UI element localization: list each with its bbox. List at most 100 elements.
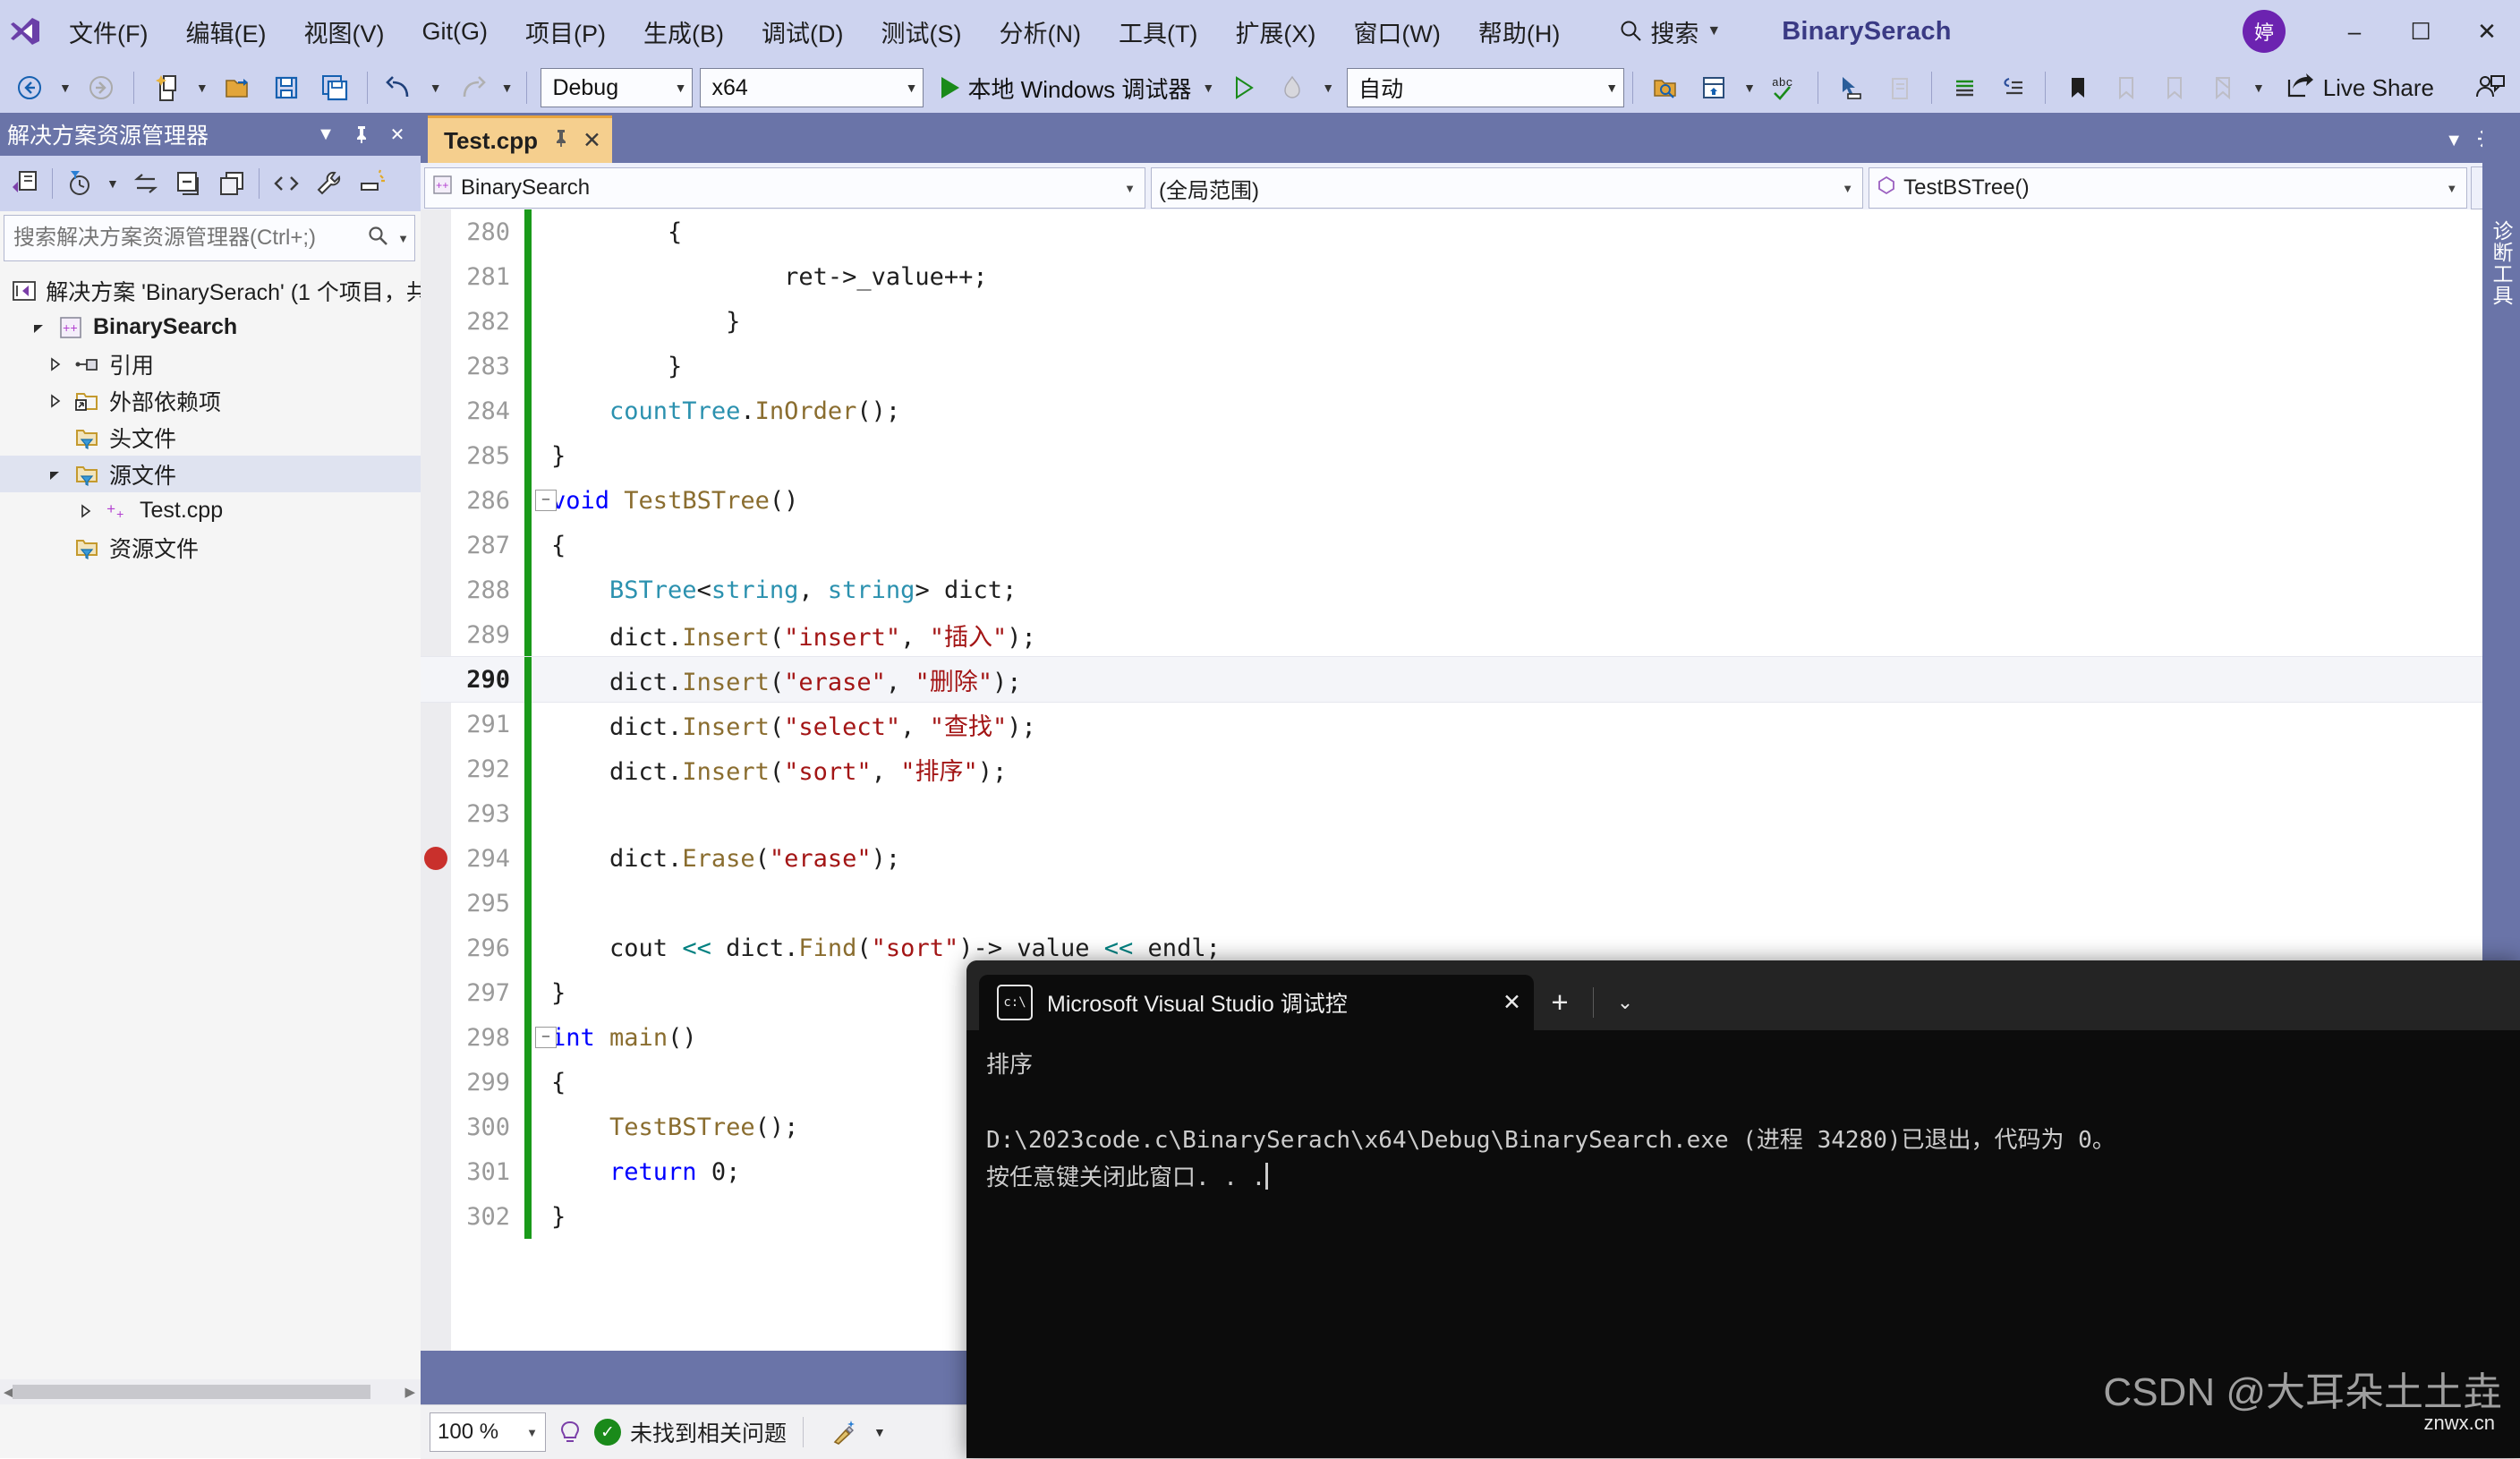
nav-project-combo[interactable]: ++ BinarySearch ▼ [424,167,1145,209]
maximize-button[interactable]: ☐ [2388,0,2454,63]
scroll-right-icon[interactable]: ▶ [404,1384,415,1400]
redo-icon[interactable] [447,68,496,107]
minimize-button[interactable]: – [2321,0,2388,63]
search-folder-icon[interactable] [1641,68,1690,107]
zoom-combo[interactable]: 100 % ▼ [430,1412,546,1452]
tab-list-dropdown-icon[interactable]: ▼ [2431,131,2477,151]
collapse-all-icon[interactable] [167,161,210,206]
menu-debug[interactable]: 调试(D) [743,0,862,63]
tree-item-test-cpp[interactable]: + + Test.cpp [0,492,421,529]
expanded-twisty-icon[interactable] [39,467,70,482]
close-button[interactable]: ✕ [2454,0,2520,63]
navigate-back-dropdown-icon[interactable]: ▼ [54,68,77,107]
properties-wrench-icon[interactable] [308,161,351,206]
filter-dropdown-icon[interactable]: ▼ [101,164,124,203]
menu-project[interactable]: 项目(P) [507,0,625,63]
debug-target-combo[interactable]: 自动 ▼ [1347,68,1625,107]
scrollbar-thumb[interactable] [13,1385,370,1399]
code-line[interactable]: 290 dict.Insert("erase", "删除"); [421,656,2520,703]
panel-dropdown-icon[interactable]: ▼ [308,115,344,154]
code-line[interactable]: 285} [421,433,2520,478]
tree-item-references[interactable]: 引用 [0,346,421,382]
clear-bookmarks-icon[interactable] [2199,68,2247,107]
tab-test-cpp[interactable]: Test.cpp ✕ [428,115,612,163]
collapsed-twisty-icon[interactable] [39,356,70,371]
tree-item-header-files[interactable]: 头文件 [0,419,421,456]
terminal-output[interactable]: 排序 D:\2023code.c\BinarySerach\x64\Debug\… [966,1030,2520,1197]
menu-help[interactable]: 帮助(H) [1460,0,1579,63]
menu-git[interactable]: Git(G) [403,0,507,63]
feedback-icon[interactable] [2475,63,2506,113]
pin-icon[interactable] [344,115,379,154]
code-cleanup-dropdown-icon[interactable]: ▼ [868,1412,891,1452]
navigate-forward-icon[interactable] [77,68,125,107]
nav-member-combo[interactable]: TestBSTree() ▼ [1869,167,2468,209]
tree-item-resource-files[interactable]: 资源文件 [0,529,421,566]
comment-lines-icon[interactable] [1940,68,1988,107]
collapsed-twisty-icon[interactable] [70,503,100,518]
solution-platform-combo[interactable]: x64 ▼ [700,68,924,107]
breakpoint-icon[interactable] [424,847,447,870]
solution-explorer-home-icon[interactable] [4,161,47,206]
tree-item-source-files[interactable]: 源文件 [0,456,421,492]
code-line[interactable]: 282 } [421,299,2520,344]
undo-dropdown-icon[interactable]: ▼ [424,68,447,107]
close-icon[interactable]: ✕ [583,127,601,154]
code-line[interactable]: 291 dict.Insert("select", "查找"); [421,702,2520,747]
hot-reload-icon[interactable] [1268,68,1316,107]
close-icon[interactable]: ✕ [1503,989,1521,1016]
menu-build[interactable]: 生成(B) [625,0,743,63]
undo-icon[interactable] [376,68,424,107]
code-line[interactable]: 284 countTree.InOrder(); [421,388,2520,433]
save-icon[interactable] [262,68,311,107]
menu-edit[interactable]: 编辑(E) [166,0,285,63]
intellisense-icon[interactable] [546,1405,594,1459]
tree-item-project[interactable]: ++ BinarySearch [0,309,421,346]
menu-analyze[interactable]: 分析(N) [980,0,1099,63]
nav-scope-combo[interactable]: (全局范围) ▼ [1150,167,1864,209]
code-line[interactable]: 280 { [421,209,2520,254]
code-line[interactable]: 293 [421,791,2520,836]
code-line[interactable]: 283 } [421,344,2520,388]
code-line[interactable]: 281 ret->_value++; [421,254,2520,299]
menu-test[interactable]: 测试(S) [862,0,980,63]
start-debugging-button[interactable]: 本地 Windows 调试器 [936,68,1196,107]
pin-icon[interactable] [552,128,570,153]
solution-explorer-hscrollbar[interactable]: ◀ ▶ [0,1379,421,1404]
select-tool-icon[interactable] [1826,68,1875,107]
global-search-box[interactable]: 搜索 ▼ [1609,9,1730,54]
terminal-window[interactable]: c:\ Microsoft Visual Studio 调试控 ✕ + ⌄ 排序… [966,960,2520,1458]
show-all-files-icon[interactable] [210,161,253,206]
solution-configuration-combo[interactable]: Debug ▼ [541,68,694,107]
sync-with-active-document-icon[interactable] [124,161,167,206]
new-project-dropdown-icon[interactable]: ▼ [191,68,214,107]
next-bookmark-icon[interactable] [2150,68,2199,107]
expanded-twisty-icon[interactable] [23,320,54,335]
code-line[interactable]: 294 dict.Erase("erase"); [421,836,2520,881]
pending-changes-filter-icon[interactable] [58,161,101,206]
code-line[interactable]: 288 BSTree<string, string> dict; [421,567,2520,612]
properties-window-icon[interactable] [351,161,394,206]
code-line[interactable]: 295 [421,881,2520,926]
new-terminal-tab-button[interactable]: + [1534,975,1586,1030]
live-share-button[interactable]: Live Share [2286,63,2434,113]
terminal-dropdown-icon[interactable]: ⌄ [1601,975,1649,1030]
solution-explorer-search[interactable]: ▼ [4,215,415,261]
code-line[interactable]: 292 dict.Insert("sort", "排序"); [421,747,2520,791]
toolbar-overflow-icon[interactable]: ▼ [2247,68,2270,107]
previous-bookmark-icon[interactable] [2102,68,2150,107]
bookmark-icon[interactable] [2054,68,2102,107]
paste-icon[interactable] [1875,68,1923,107]
hot-reload-dropdown-icon[interactable]: ▼ [1316,68,1340,107]
menu-window[interactable]: 窗口(W) [1334,0,1459,63]
redo-dropdown-icon[interactable]: ▼ [496,68,519,107]
menu-tools[interactable]: 工具(T) [1100,0,1216,63]
collapse-region-icon[interactable]: − [535,490,557,511]
menu-extensions[interactable]: 扩展(X) [1216,0,1334,63]
search-dropdown-icon[interactable]: ▼ [390,232,409,245]
avatar[interactable]: 婷 [2243,10,2286,53]
start-without-debugging-icon[interactable] [1220,68,1268,107]
code-line[interactable]: 287 { [421,523,2520,567]
uncomment-lines-icon[interactable] [1988,68,2037,107]
collapsed-twisty-icon[interactable] [39,393,70,408]
